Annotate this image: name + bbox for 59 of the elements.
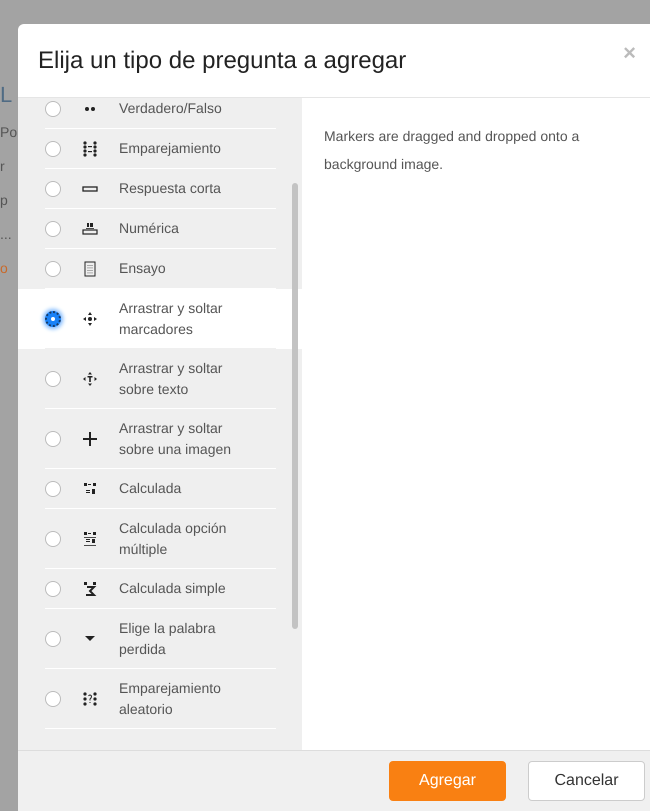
option-row[interactable]: Arrastrar y soltar sobre una imagen [18, 409, 302, 469]
move-icon [82, 370, 98, 386]
radio-button[interactable] [45, 220, 61, 236]
plus-icon [82, 430, 98, 446]
radio-button[interactable] [45, 630, 61, 646]
option-label: Emparejamiento [119, 139, 222, 158]
option-row[interactable]: Calculada [18, 469, 302, 509]
radio-button[interactable] [45, 140, 61, 156]
move-icon [82, 310, 98, 326]
option-label: Arrastrar y soltar sobre texto [119, 358, 224, 398]
caret-icon [85, 636, 95, 641]
option-row[interactable]: Arrastrar y soltar sobre texto [18, 349, 302, 409]
number-field-icon [82, 220, 98, 236]
option-row[interactable]: Respuesta corta [18, 169, 302, 209]
radio-button[interactable] [45, 480, 61, 496]
option-row[interactable]: Arrastrar y soltar marcadores [18, 289, 302, 349]
page-text: Po [0, 123, 18, 142]
dialog-title: Elija un tipo de pregunta a agregar [38, 46, 406, 74]
option-row[interactable]: Verdadero/Falso [18, 98, 302, 129]
option-label: Arrastrar y soltar sobre una imagen [119, 418, 232, 459]
dots-icon [85, 106, 95, 110]
radio-button[interactable] [45, 690, 61, 706]
radio-button[interactable] [45, 100, 61, 116]
option-label: Numérica [119, 219, 180, 238]
page-text: o [0, 259, 9, 278]
option-label: Emparejamiento aleatorio [119, 678, 222, 718]
option-row[interactable]: Elige la palabra perdida [18, 609, 302, 669]
page-text: L [0, 82, 14, 108]
option-label: Arrastrar y soltar marcadores [119, 298, 224, 338]
formula-icon [82, 580, 98, 596]
option-row[interactable]: Calculada simple [18, 569, 302, 609]
page-text: ... [0, 225, 13, 244]
option-label: Respuesta corta [119, 179, 222, 198]
radio-button[interactable] [45, 430, 61, 446]
formula-icon [82, 530, 98, 546]
page-text: p [0, 191, 9, 210]
radio-button[interactable] [45, 530, 61, 546]
formula-icon [82, 480, 98, 496]
description-text: Markers are dragged and dropped onto a background image. [323, 127, 580, 174]
document-icon [82, 260, 98, 276]
option-label: Calculada [119, 479, 182, 498]
option-row[interactable]: Emparejamiento [18, 129, 302, 169]
radio-button[interactable] [45, 370, 61, 386]
option-label: Elige la palabra perdida [119, 618, 217, 659]
radio-button[interactable] [45, 260, 61, 276]
matching-icon [82, 690, 98, 706]
page-text: r [0, 157, 6, 176]
radio-button[interactable] [45, 180, 61, 196]
option-label: Verdadero/Falso [119, 99, 223, 118]
option-row[interactable]: Numérica [18, 209, 302, 249]
option-label: Calculada simple [119, 579, 227, 598]
option-label: Calculada opción múltiple [119, 518, 228, 559]
matching-icon [82, 140, 98, 156]
radio-button[interactable] [45, 310, 61, 326]
option-row[interactable]: Calculada opción múltiple [18, 509, 302, 569]
radio-button[interactable] [45, 580, 61, 596]
cancel-button[interactable]: Cancelar [528, 761, 645, 801]
option-label: Ensayo [119, 259, 167, 278]
option-row[interactable]: Emparejamiento aleatorio [18, 669, 302, 729]
